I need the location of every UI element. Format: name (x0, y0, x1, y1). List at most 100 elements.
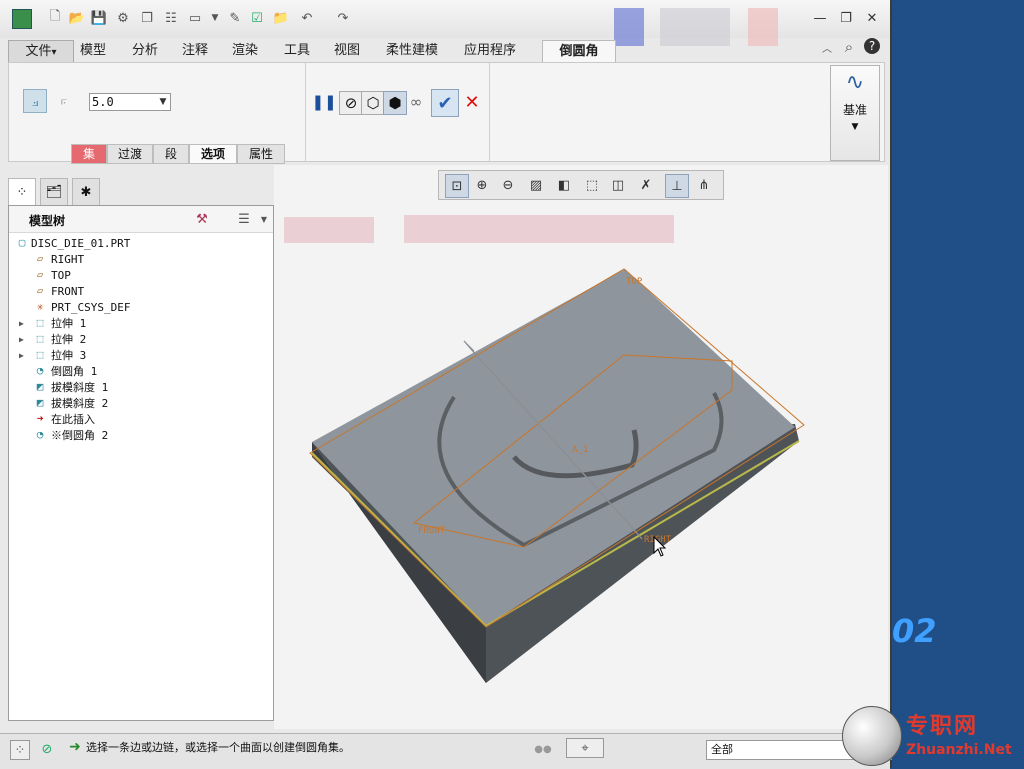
show-filter-icon[interactable]: ☰ (235, 210, 253, 228)
tab-options[interactable]: 选项 (189, 144, 237, 164)
panel-separator (489, 63, 490, 161)
tab-pieces[interactable]: 段 (153, 144, 189, 164)
tree-item-label: 拉伸 3 (51, 349, 87, 362)
tab-transitions[interactable]: 过渡 (107, 144, 153, 164)
front-datum-label[interactable]: FRONT (418, 526, 446, 536)
geometry-preview-icon[interactable]: ⬡ (361, 91, 385, 115)
watermark-site-name: 专职网 (906, 713, 979, 739)
tab-flexible-modeling[interactable]: 柔性建模 (380, 40, 444, 62)
new-icon[interactable]: 🗋 (46, 9, 64, 27)
tree-item[interactable]: ▶ ⬚ 拉伸 1 (9, 316, 269, 332)
settings-icon[interactable]: ☷ (162, 9, 180, 27)
tree-item[interactable]: ◩ 拔模斜度 2 (9, 396, 269, 412)
zoom-in-icon[interactable]: ⊕ (471, 174, 493, 196)
navigator-toggle-icon[interactable]: ⁘ (10, 740, 30, 760)
browser-toggle-icon[interactable]: ⊘ (38, 740, 56, 758)
pause-icon[interactable]: ❚❚ (311, 91, 336, 113)
view-orient-icon[interactable]: ⬚ (581, 174, 603, 196)
favorites-icon[interactable]: ✱ (72, 178, 100, 205)
folder-icon[interactable]: 📁 (272, 9, 290, 27)
tree-item[interactable]: ▱ FRONT (9, 284, 269, 300)
zoom-out-icon[interactable]: ⊖ (497, 174, 519, 196)
redo-icon[interactable]: ↷ (334, 9, 352, 27)
draft-icon: ◩ (36, 396, 44, 409)
tab-file[interactable]: 文件▾ (8, 40, 74, 64)
search-icon[interactable]: ⌕ (840, 38, 858, 56)
refit-icon[interactable]: ⊡ (445, 174, 469, 198)
app-icon[interactable] (12, 9, 32, 29)
model-tree-panel: 模型树 ⚒ ☰ ▼ ▢ DISC_DIE_01.PRT ▱ RIGHT ▱ TOP ▱ FRO… (8, 205, 274, 721)
dropdown-icon[interactable]: ▼ (206, 9, 224, 27)
round-icon: ◔ (36, 364, 44, 377)
copy-icon[interactable]: ❐ (138, 9, 156, 27)
full-round-icon[interactable]: ⟔ (53, 89, 75, 111)
tab-analysis[interactable]: 分析 (126, 40, 164, 62)
datum-button[interactable]: ∿ 基准 ▼ (830, 65, 880, 161)
minimize-icon[interactable]: — (812, 11, 828, 26)
chevron-down-icon[interactable]: ▼ (157, 94, 169, 110)
display-style-icon[interactable]: ◧ (553, 174, 575, 196)
status-bar: ⁘ ⊘ ➜ 选择一条边或边链，或选择一个曲面以创建倒圆角集。 ●● ⌖ 全部 (0, 733, 892, 769)
collapse-icon[interactable]: ︿ (818, 38, 836, 56)
expand-arrow-icon[interactable]: ▶ (19, 348, 29, 364)
ok-check-icon[interactable]: ✔ (431, 89, 459, 117)
check-icon[interactable]: ☑ (248, 9, 266, 27)
help-icon[interactable]: ? (864, 38, 880, 54)
expand-arrow-icon[interactable]: ▶ (19, 332, 29, 348)
find-icon[interactable]: ⌖ (566, 738, 604, 758)
tree-item[interactable]: ◔ 倒圆角 1 (9, 364, 269, 380)
folder-browser-icon[interactable]: 🗂 (40, 178, 68, 205)
tree-item[interactable]: ◔ ※倒圆角 2 (9, 428, 269, 444)
annotation-icon[interactable]: ⊥ (665, 174, 689, 198)
csys-icon[interactable]: ⋔ (693, 174, 715, 196)
tab-round[interactable]: 倒圆角 (542, 40, 616, 63)
regenerate-icon[interactable]: ⚙ (114, 9, 132, 27)
tab-annotate[interactable]: 注释 (176, 40, 214, 62)
tab-applications[interactable]: 应用程序 (458, 40, 522, 62)
plate-top-face[interactable] (312, 269, 795, 626)
open-icon[interactable]: 📂 (68, 9, 86, 27)
tree-item-label: DISC_DIE_01.PRT (31, 237, 131, 250)
tab-render[interactable]: 渲染 (226, 40, 264, 62)
undo-icon[interactable]: ↶ (298, 9, 316, 27)
top-datum-label[interactable]: TOP (626, 277, 643, 287)
graphics-window[interactable]: TOP RIGHT FRONT A_1 (274, 165, 888, 729)
tree-settings-icon[interactable]: ⚒ (193, 210, 211, 228)
verify-preview-icon[interactable]: ⬢ (383, 91, 407, 115)
window-icon[interactable]: ▭ (186, 9, 204, 27)
expand-arrow-icon[interactable]: ▶ (19, 316, 29, 332)
tab-sets[interactable]: 集 (71, 144, 107, 164)
model-viewport[interactable]: TOP RIGHT FRONT A_1 (274, 165, 888, 729)
cancel-x-icon[interactable]: ✕ (461, 91, 483, 113)
no-preview-icon[interactable]: ⊘ (339, 91, 363, 115)
close-icon[interactable]: ✕ (864, 11, 880, 26)
saved-views-icon[interactable]: ◫ (607, 174, 629, 196)
chevron-down-icon[interactable]: ▼ (255, 210, 273, 228)
tab-tools[interactable]: 工具 (278, 40, 316, 62)
tree-item[interactable]: ▶ ⬚ 拉伸 3 (9, 348, 269, 364)
tree-item[interactable]: ▱ TOP (9, 268, 269, 284)
model-tree-tab-icon[interactable]: ⁘ (8, 178, 36, 205)
chevron-down-icon: ▾ (51, 47, 57, 58)
tree-item[interactable]: ▶ ⬚ 拉伸 2 (9, 332, 269, 348)
tree-item-label: 倒圆角 1 (51, 365, 98, 378)
glasses-icon[interactable]: ∞ (405, 91, 427, 113)
paste-icon[interactable]: ✎ (226, 9, 244, 27)
constant-round-icon[interactable]: ⟓ (23, 89, 47, 113)
tree-item[interactable]: ◩ 拔模斜度 1 (9, 380, 269, 396)
ribbon-tabs: 文件▾ 模型 分析 注释 渲染 工具 视图 柔性建模 应用程序 倒圆角 ︿ ⌕ … (8, 38, 888, 64)
axis-label[interactable]: A_1 (572, 445, 588, 455)
tree-item[interactable]: ▢ DISC_DIE_01.PRT (9, 236, 269, 252)
insert-arrow-icon: ➜ (36, 412, 44, 425)
tab-view[interactable]: 视图 (328, 40, 366, 62)
save-icon[interactable]: 💾 (90, 9, 108, 27)
tree-item[interactable]: ➜ 在此插入 (9, 412, 269, 428)
blurred-overlay-text (404, 215, 674, 243)
repaint-icon[interactable]: ▨ (525, 174, 547, 196)
tree-item[interactable]: ▱ RIGHT (9, 252, 269, 268)
restore-icon[interactable]: ❐ (838, 11, 854, 26)
tab-model[interactable]: 模型 (74, 40, 112, 62)
tab-properties[interactable]: 属性 (237, 144, 285, 164)
tree-item[interactable]: ✳ PRT_CSYS_DEF (9, 300, 269, 316)
plane-display-icon[interactable]: ✗ (635, 174, 657, 196)
